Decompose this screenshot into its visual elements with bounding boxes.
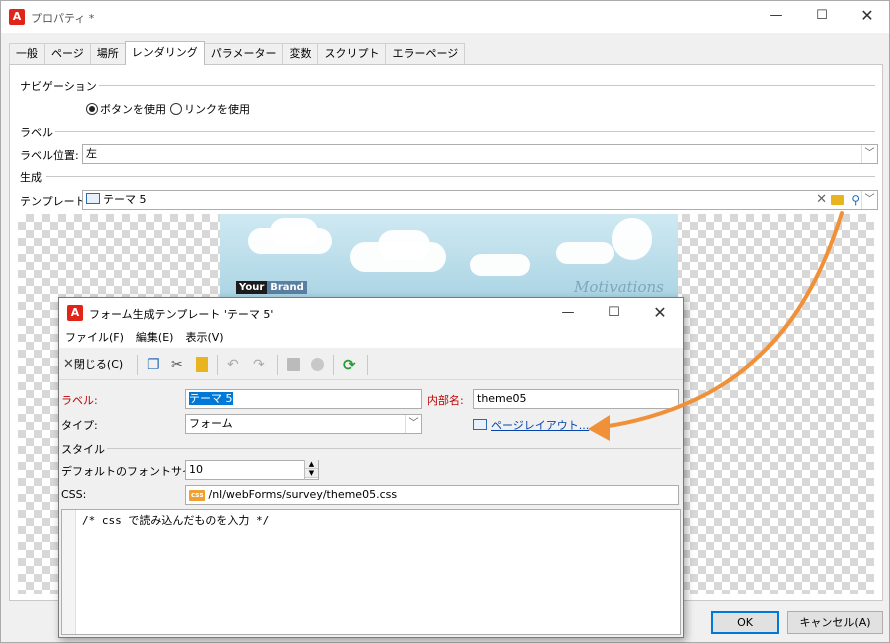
css-path-field[interactable]: css/nl/webForms/survey/theme05.css [185,485,679,505]
chevron-down-icon[interactable]: ﹀ [405,415,421,433]
radio-use-buttons[interactable]: ボタンを使用 [86,101,166,117]
app-logo-icon: A [67,305,83,321]
label-caption: ラベル: [61,394,98,407]
redo-icon[interactable]: ↷ [253,355,265,375]
type-value: フォーム [189,417,233,430]
main-title-bar: A プロパティ * — ☐ ✕ [1,1,889,33]
radio-use-links-label: リンクを使用 [184,103,250,116]
maximize-button[interactable]: ☐ [799,1,845,31]
minimize-button[interactable]: — [753,1,799,31]
annotation-arrow [588,211,844,441]
paste-icon[interactable] [196,357,208,372]
template-caption: テンプレート: [20,195,90,208]
editor-gutter [62,510,76,634]
spin-down-icon[interactable]: ▼ [305,469,318,478]
generation-section-title: 生成 [20,169,44,185]
page-layout-icon [473,419,487,430]
close-button[interactable]: ✕ [844,1,890,31]
tab-location[interactable]: 場所 [89,43,126,65]
label-input-value: テーマ 5 [189,392,233,405]
tab-parameters[interactable]: パラメーター [203,43,284,65]
separator [80,85,875,86]
font-size-value: 10 [189,463,203,476]
spin-up-icon[interactable]: ▲ [305,460,318,469]
page-layout-label: ページレイアウト... [491,419,590,432]
css-editor[interactable]: /* css で読み込んだものを入力 */ [61,509,681,635]
editor-content: /* css で読み込んだものを入力 */ [82,514,270,527]
undo-icon[interactable]: ↶ [227,355,239,375]
template-icon [86,193,100,204]
template-value: テーマ 5 [103,193,147,206]
menu-view[interactable]: 表示(V) [179,328,229,348]
tab-rendering[interactable]: レンダリング [124,41,205,65]
label-position-caption: ラベル位置: [20,149,79,162]
cut-icon[interactable]: ✂ [171,355,183,375]
menu-edit[interactable]: 編集(E) [130,328,180,348]
tab-bar: 一般 ページ 場所 レンダリング パラメーター 変数 スクリプト エラーページ [9,41,466,65]
chevron-down-icon[interactable]: ﹀ [861,145,877,163]
close-toolbar-label: 閉じる(C) [73,358,124,371]
radio-use-links[interactable]: リンクを使用 [170,101,250,117]
brand-brand-text: Brand [267,281,307,294]
refresh-icon[interactable]: ⟳ [343,355,356,375]
save-icon[interactable] [287,358,300,371]
dialog-title: フォーム生成テンプレート 'テーマ 5' [89,308,274,321]
spin-buttons[interactable]: ▲ ▼ [304,460,318,480]
navigation-section-title: ナビゲーション [20,78,99,94]
brand-your-text: Your [236,281,268,294]
css-path-value: /nl/webForms/survey/theme05.css [208,488,398,501]
tab-variables[interactable]: 変数 [282,43,319,65]
type-caption: タイプ: [61,419,98,432]
folder-icon[interactable] [831,195,844,205]
close-icon: ✕ [63,357,74,372]
internal-name-caption: 内部名: [427,394,464,407]
close-toolbar-button[interactable]: ✕閉じる(C) [63,355,123,375]
window-title: プロパティ * [31,12,95,25]
copy-icon[interactable]: ❐ [147,355,160,375]
cancel-icon[interactable] [311,358,324,371]
css-caption: CSS: [61,488,87,501]
separator [101,448,681,449]
font-size-stepper[interactable]: 10 ▲ ▼ [185,460,319,480]
tab-page[interactable]: ページ [44,43,91,65]
ok-button[interactable]: OK [711,611,779,634]
label-position-select[interactable]: 左 ﹀ [82,144,878,164]
page-layout-link[interactable]: ページレイアウト... [473,417,589,433]
separator [46,176,875,177]
radio-unselected-icon [170,103,182,115]
radio-selected-icon [86,103,98,115]
tab-error-pages[interactable]: エラーページ [385,43,466,65]
type-select[interactable]: フォーム ﹀ [185,414,422,434]
css-file-icon: css [189,490,206,501]
cancel-button[interactable]: キャンセル(A) [787,611,883,634]
chevron-down-icon[interactable]: ﹀ [861,191,877,209]
brand-logo: Your Brand [236,280,307,294]
radio-use-buttons-label: ボタンを使用 [100,103,166,116]
tab-general[interactable]: 一般 [9,43,45,65]
label-section-title: ラベル [20,124,55,140]
separator [48,131,875,132]
label-position-value: 左 [86,147,97,160]
label-input[interactable]: テーマ 5 [185,389,422,409]
tab-scripts[interactable]: スクリプト [317,43,387,65]
style-section-title: スタイル [61,441,107,457]
internal-name-value: theme05 [477,392,527,405]
menu-file[interactable]: ファイル(F) [59,328,130,348]
app-logo-icon: A [9,9,25,25]
